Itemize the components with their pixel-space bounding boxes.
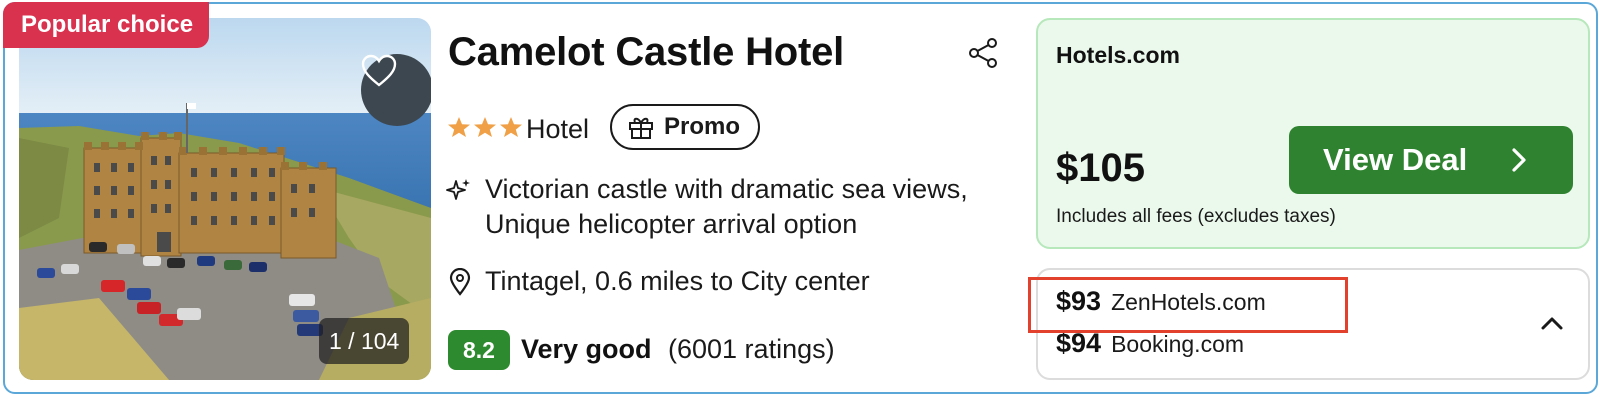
promo-label: Promo (664, 113, 741, 140)
share-button[interactable] (968, 38, 998, 73)
favorite-button[interactable] (361, 54, 431, 126)
property-type: Hotel (526, 114, 590, 144)
star-icon (474, 117, 496, 137)
share-icon (969, 38, 997, 68)
star-icon (448, 117, 470, 137)
view-deal-button[interactable]: View Deal (1289, 126, 1573, 194)
other-deal-provider: Booking.com (1111, 331, 1245, 357)
star-icon (500, 117, 522, 137)
hotel-title[interactable]: Camelot Castle Hotel (448, 30, 844, 75)
chevron-up-icon (1541, 317, 1563, 330)
featured-deal[interactable]: Hotels.com $105 Includes all fees (exclu… (1036, 18, 1590, 249)
highlight-line: Victorian castle with dramatic sea views… (485, 174, 968, 204)
heart-icon (361, 54, 397, 87)
star-rating (447, 116, 523, 138)
deal-provider: Hotels.com (1056, 42, 1180, 68)
gift-icon (629, 117, 653, 139)
deal-price: $105 (1056, 146, 1145, 190)
fees-note: Includes all fees (excludes taxes) (1056, 206, 1336, 227)
photo-counter: 1 / 104 (319, 318, 410, 364)
location-pin-icon (449, 267, 471, 301)
highlight-outline (1028, 277, 1348, 333)
highlight-line: Unique helicopter arrival option (485, 209, 858, 239)
rating-count[interactable]: (6001 ratings) (668, 334, 835, 365)
review-score: 8.2 (448, 330, 510, 370)
chevron-right-icon (1512, 148, 1526, 172)
view-deal-label: View Deal (1323, 142, 1468, 177)
hotel-highlights: Victorian castle with dramatic sea views… (485, 172, 968, 242)
promo-badge[interactable]: Promo (610, 104, 760, 150)
collapse-deals-button[interactable] (1540, 315, 1564, 336)
hotel-photo[interactable]: 1 / 104 (19, 18, 431, 380)
popular-choice-badge: Popular choice (3, 2, 210, 48)
hotel-location[interactable]: Tintagel, 0.6 miles to City center (485, 266, 870, 297)
sparkle-icon (446, 177, 472, 208)
rating-label: Very good (521, 334, 652, 364)
